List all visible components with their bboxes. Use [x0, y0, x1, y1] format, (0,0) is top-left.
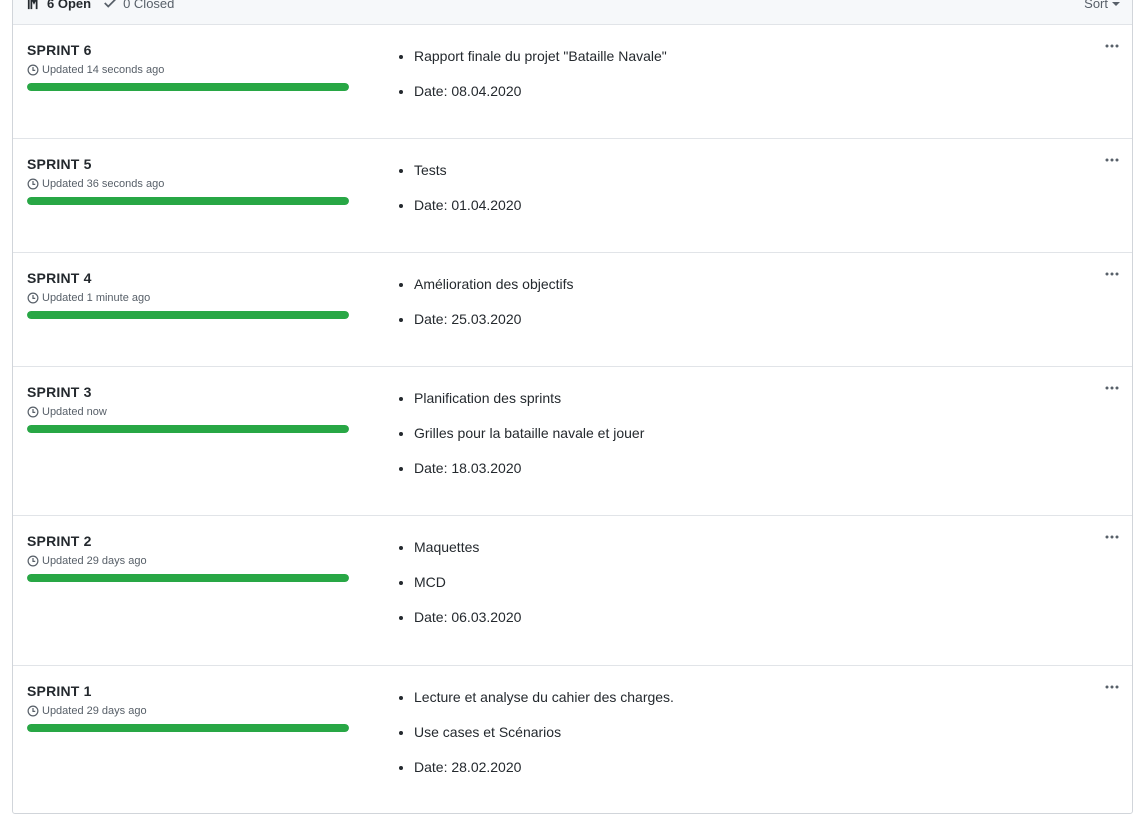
milestone-description-item: Date: 01.04.2020: [414, 197, 521, 213]
milestone-updated-label: Updated 36 seconds ago: [42, 178, 165, 190]
milestone-updated: Updated now: [27, 406, 349, 418]
milestone-description: Amélioration des objectifs Date: 25.03.20…: [394, 276, 574, 346]
clock-icon: [27, 64, 39, 76]
sort-dropdown[interactable]: Sort: [1084, 0, 1120, 11]
milestone-description-item: Grilles pour la bataille navale et jouer: [414, 425, 644, 441]
open-count-label: 6 Open: [47, 0, 92, 11]
closed-filter-link[interactable]: 0 Closed: [103, 0, 174, 11]
milestone-list: SPRINT 6 Updated 14 seconds ago Rapport …: [13, 25, 1132, 813]
milestone-progress-fill: [27, 311, 349, 319]
milestone-description-item: Lecture et analyse du cahier des charges…: [414, 689, 674, 705]
milestone-summary: SPRINT 2 Updated 29 days ago: [27, 533, 349, 582]
closed-count-label: 0 Closed: [123, 0, 175, 11]
milestone-updated: Updated 36 seconds ago: [27, 178, 349, 190]
milestone-updated: Updated 29 days ago: [27, 555, 349, 567]
milestone-progress-bar: [27, 197, 349, 205]
milestone-icon: [27, 0, 38, 10]
milestone-row: SPRINT 3 Updated now Planification des s…: [13, 367, 1132, 516]
milestone-description-item: Date: 18.03.2020: [414, 460, 644, 476]
milestone-description-item: Date: 08.04.2020: [414, 83, 667, 99]
milestone-updated: Updated 14 seconds ago: [27, 64, 349, 76]
milestone-description: Planification des sprints Grilles pour la…: [394, 390, 644, 495]
milestone-title-link[interactable]: SPRINT 6: [27, 42, 349, 58]
kebab-horizontal-icon[interactable]: [1104, 681, 1120, 693]
milestone-updated: Updated 1 minute ago: [27, 292, 349, 304]
milestone-description-item: Date: 28.02.2020: [414, 759, 674, 775]
milestone-summary: SPRINT 6 Updated 14 seconds ago: [27, 42, 349, 91]
milestone-description-item: Amélioration des objectifs: [414, 276, 574, 292]
milestone-updated-label: Updated now: [42, 406, 107, 418]
milestone-description-item: Rapport finale du projet "Bataille Naval…: [414, 48, 667, 64]
kebab-horizontal-icon[interactable]: [1104, 268, 1120, 280]
milestone-progress-bar: [27, 724, 349, 732]
milestone-description-item: Use cases et Scénarios: [414, 724, 674, 740]
milestones-box: 6 Open 0 Closed Sort SPRINT 6 Updated 14: [12, 0, 1133, 814]
milestone-updated-label: Updated 29 days ago: [42, 555, 147, 567]
milestone-updated-label: Updated 29 days ago: [42, 705, 147, 717]
milestone-description: Tests Date: 01.04.2020: [394, 162, 521, 232]
milestone-summary: SPRINT 4 Updated 1 minute ago: [27, 270, 349, 319]
milestone-description-item: MCD: [414, 574, 521, 590]
kebab-horizontal-icon[interactable]: [1104, 531, 1120, 543]
milestone-description-item: Planification des sprints: [414, 390, 644, 406]
milestone-updated: Updated 29 days ago: [27, 705, 349, 717]
milestone-title-link[interactable]: SPRINT 2: [27, 533, 349, 549]
chevron-down-icon: [1112, 1, 1120, 6]
milestone-progress-bar: [27, 83, 349, 91]
milestone-summary: SPRINT 3 Updated now: [27, 384, 349, 433]
clock-icon: [27, 406, 39, 418]
open-filter-link[interactable]: 6 Open: [27, 0, 91, 11]
sort-label: Sort: [1084, 0, 1108, 11]
milestone-summary: SPRINT 1 Updated 29 days ago: [27, 683, 349, 732]
milestone-progress-bar: [27, 574, 349, 582]
milestone-row: SPRINT 4 Updated 1 minute ago Améliorati…: [13, 253, 1132, 367]
milestone-row: SPRINT 1 Updated 29 days ago Lecture et …: [13, 666, 1132, 813]
clock-icon: [27, 705, 39, 717]
state-filters: 6 Open 0 Closed: [27, 0, 186, 11]
milestone-description-item: Tests: [414, 162, 521, 178]
milestone-row: SPRINT 2 Updated 29 days ago Maquettes MC…: [13, 516, 1132, 666]
clock-icon: [27, 178, 39, 190]
milestone-description: Lecture et analyse du cahier des charges…: [394, 689, 674, 794]
milestone-description-item: Date: 25.03.2020: [414, 311, 574, 327]
milestone-progress-fill: [27, 83, 349, 91]
milestone-title-link[interactable]: SPRINT 3: [27, 384, 349, 400]
check-icon: [104, 0, 116, 8]
milestone-progress-bar: [27, 311, 349, 319]
milestone-title-link[interactable]: SPRINT 5: [27, 156, 349, 172]
milestone-progress-fill: [27, 197, 349, 205]
milestone-progress-fill: [27, 724, 349, 732]
milestone-title-link[interactable]: SPRINT 1: [27, 683, 349, 699]
milestone-progress-fill: [27, 574, 349, 582]
milestone-progress-bar: [27, 425, 349, 433]
milestone-description-item: Date: 06.03.2020: [414, 609, 521, 625]
milestone-progress-fill: [27, 425, 349, 433]
milestone-summary: SPRINT 5 Updated 36 seconds ago: [27, 156, 349, 205]
milestone-row: SPRINT 5 Updated 36 seconds ago Tests Dat…: [13, 139, 1132, 253]
milestone-updated-label: Updated 14 seconds ago: [42, 64, 165, 76]
milestone-description: Rapport finale du projet "Bataille Naval…: [394, 48, 667, 118]
kebab-horizontal-icon[interactable]: [1104, 154, 1120, 166]
milestone-description-item: Maquettes: [414, 539, 521, 555]
milestone-updated-label: Updated 1 minute ago: [42, 292, 151, 304]
milestone-title-link[interactable]: SPRINT 4: [27, 270, 349, 286]
clock-icon: [27, 555, 39, 567]
milestone-description: Maquettes MCD Date: 06.03.2020: [394, 539, 521, 644]
clock-icon: [27, 292, 39, 304]
milestones-header: 6 Open 0 Closed Sort: [13, 0, 1132, 25]
kebab-horizontal-icon[interactable]: [1104, 382, 1120, 394]
kebab-horizontal-icon[interactable]: [1104, 40, 1120, 52]
milestone-row: SPRINT 6 Updated 14 seconds ago Rapport …: [13, 25, 1132, 139]
